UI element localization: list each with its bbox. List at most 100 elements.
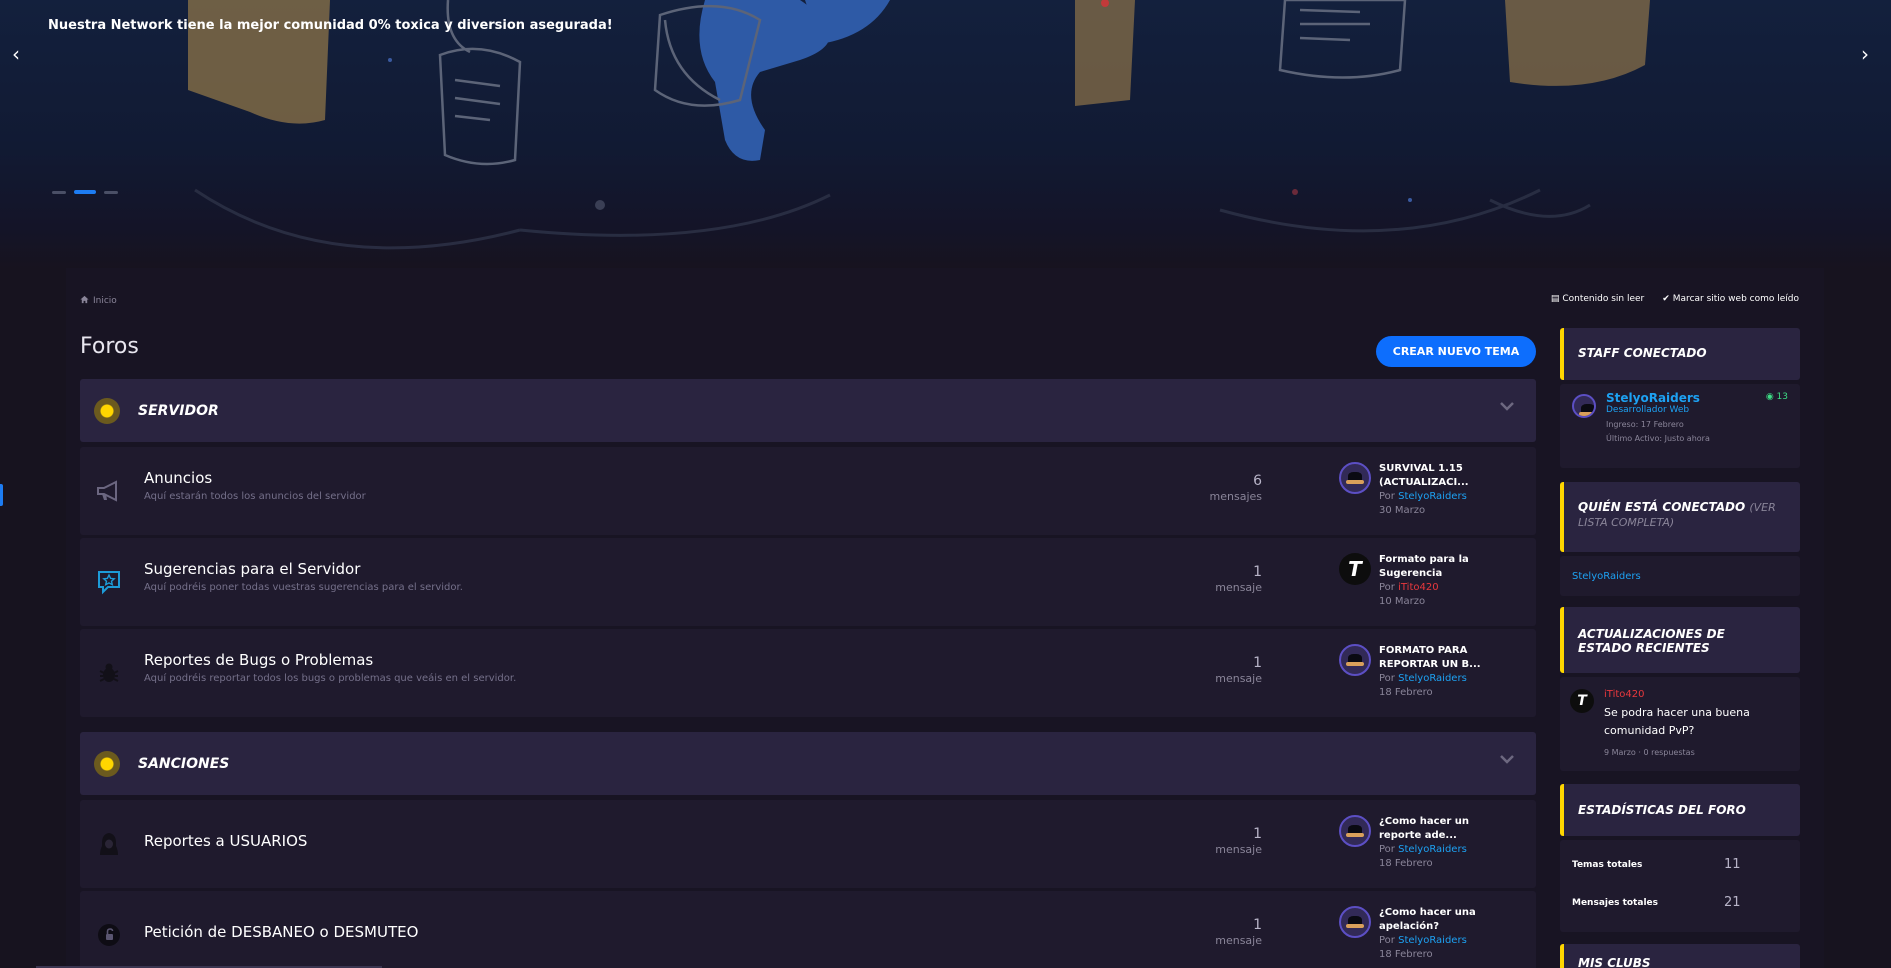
forum-title[interactable]: Reportes a USUARIOS (144, 832, 307, 850)
status-meta: 9 Marzo · 0 respuestas (1604, 748, 1695, 757)
clubs-title: MIS CLUBS (1578, 956, 1651, 968)
post-count: 1 mensaje (1215, 917, 1262, 947)
last-post-author: Por iTito420 (1379, 582, 1439, 593)
unread-content-link[interactable]: ▤ Contenido sin leer (1551, 294, 1644, 304)
megaphone-icon (94, 476, 124, 506)
status-updates-title: ACTUALIZACIONES DE ESTADO RECIENTES (1578, 627, 1725, 655)
last-post-author: Por StelyoRaiders (1379, 844, 1467, 855)
hero-banner: Nuestra Network tiene la mejor comunidad… (0, 0, 1891, 268)
forum-row-reportes-usuarios: Reportes a USUARIOS 1 mensaje ¿Como hace… (80, 800, 1536, 888)
who-online-title-text: QUIÉN ESTÁ CONECTADO (1578, 500, 1746, 514)
author-link[interactable]: StelyoRaiders (1398, 673, 1467, 684)
author-link[interactable]: StelyoRaiders (1398, 844, 1467, 855)
last-post-author: Por StelyoRaiders (1379, 673, 1467, 684)
forum-title[interactable]: Anuncios (144, 469, 212, 487)
post-count: 6 mensajes (1210, 473, 1262, 503)
star-speech-icon (94, 567, 124, 597)
forum-description: Aquí estarán todos los anuncios del serv… (144, 491, 366, 502)
avatar[interactable] (1572, 394, 1596, 418)
category-header-sanciones[interactable]: SANCIONES (80, 732, 1536, 795)
last-post-title[interactable]: ¿Como hacer un reporte ade... (1379, 815, 1489, 843)
category-title: SANCIONES (138, 755, 230, 772)
staff-joined: Ingreso: 17 Febrero (1606, 420, 1684, 429)
post-count-value: 1 (1253, 564, 1262, 580)
hero-pagination (52, 190, 118, 194)
staff-online-panel: StelyoRaiders Desarrollador Web Ingreso:… (1560, 384, 1800, 468)
avatar[interactable] (1339, 644, 1371, 676)
hero-dot-1[interactable] (52, 190, 66, 194)
home-icon (80, 295, 89, 307)
hooded-user-icon (94, 829, 124, 859)
last-post-title[interactable]: SURVIVAL 1.15 (ACTUALIZACI... (1379, 462, 1489, 490)
post-count-value: 1 (1253, 826, 1262, 842)
status-updates-header: ACTUALIZACIONES DE ESTADO RECIENTES (1560, 607, 1800, 673)
author-link[interactable]: StelyoRaiders (1398, 935, 1467, 946)
who-online-panel: StelyoRaiders (1560, 556, 1800, 596)
by-prefix: Por (1379, 844, 1395, 855)
author-link[interactable]: iTito420 (1398, 582, 1438, 593)
last-post-author: Por StelyoRaiders (1379, 491, 1467, 502)
forum-title[interactable]: Sugerencias para el Servidor (144, 560, 360, 578)
staff-count-value: 13 (1776, 392, 1788, 402)
author-link[interactable]: StelyoRaiders (1398, 491, 1467, 502)
last-post-title[interactable]: Formato para la Sugerencia (1379, 553, 1489, 581)
breadcrumb-home-link[interactable]: Inicio (93, 296, 117, 306)
avatar[interactable] (1339, 906, 1371, 938)
avatar[interactable]: T (1570, 689, 1594, 713)
posts-total-label: Mensajes totales (1572, 898, 1658, 908)
last-post-date: 10 Marzo (1379, 596, 1426, 607)
post-count-label: mensaje (1215, 843, 1262, 856)
by-prefix: Por (1379, 935, 1395, 946)
mark-read-link[interactable]: ✔ Marcar sitio web como leído (1662, 294, 1799, 304)
posts-total-value: 21 (1724, 895, 1741, 910)
staff-online-header: STAFF CONECTADO (1560, 328, 1800, 380)
online-username[interactable]: StelyoRaiders (1572, 571, 1641, 582)
category-dot-icon (94, 750, 120, 777)
by-prefix: Por (1379, 491, 1395, 502)
post-count: 1 mensaje (1215, 655, 1262, 685)
post-count-label: mensaje (1215, 581, 1262, 594)
clubs-header: MIS CLUBS (1560, 944, 1800, 968)
hero-illustration (188, 0, 1650, 250)
last-post-date: 18 Febrero (1379, 858, 1433, 869)
hero-next-arrow-icon[interactable]: › (1861, 44, 1869, 64)
check-icon: ✔ (1662, 294, 1670, 304)
last-post-title[interactable]: ¿Como hacer una apelación? (1379, 906, 1489, 934)
forum-stats-title: ESTADÍSTICAS DEL FORO (1578, 803, 1746, 817)
forum-description: Aquí podréis reportar todos los bugs o p… (144, 673, 517, 684)
status-text[interactable]: Se podra hacer una buena comunidad PvP? (1604, 704, 1784, 740)
last-post-date: 18 Febrero (1379, 687, 1433, 698)
by-prefix: Por (1379, 582, 1395, 593)
post-count-value: 6 (1253, 473, 1262, 489)
chevron-down-icon[interactable] (1500, 752, 1514, 768)
mark-read-label: Marcar sitio web como leído (1672, 294, 1799, 304)
forum-title[interactable]: Petición de DESBANEO o DESMUTEO (144, 923, 418, 941)
breadcrumb: Inicio (80, 295, 117, 307)
status-author[interactable]: iTito420 (1604, 689, 1644, 700)
post-count-value: 1 (1253, 917, 1262, 933)
last-post-title[interactable]: FORMATO PARA REPORTAR UN B... (1379, 644, 1489, 672)
chevron-down-icon[interactable] (1500, 399, 1514, 415)
who-online-title: QUIÉN ESTÁ CONECTADO (VER LISTA COMPLETA… (1578, 500, 1783, 530)
hero-prev-arrow-icon[interactable]: ‹ (12, 44, 20, 64)
forum-row-bugs: Reportes de Bugs o Problemas Aquí podréi… (80, 629, 1536, 717)
avatar[interactable] (1339, 815, 1371, 847)
forum-title[interactable]: Reportes de Bugs o Problemas (144, 651, 373, 669)
avatar[interactable] (1339, 462, 1371, 494)
avatar[interactable]: T (1339, 553, 1371, 585)
hero-headline: Nuestra Network tiene la mejor comunidad… (48, 18, 613, 33)
category-header-servidor[interactable]: SERVIDOR (80, 379, 1536, 442)
category-dot-icon (94, 397, 120, 424)
post-count-label: mensaje (1215, 934, 1262, 947)
hero-dot-3[interactable] (104, 190, 118, 194)
last-post-date: 30 Marzo (1379, 505, 1426, 516)
staff-username[interactable]: StelyoRaiders (1606, 391, 1700, 405)
staff-role: Desarrollador Web (1606, 405, 1690, 415)
side-edge-tab[interactable] (0, 484, 3, 506)
post-count-value: 1 (1253, 655, 1262, 671)
staff-online-title: STAFF CONECTADO (1578, 346, 1707, 360)
hero-dot-2[interactable] (74, 190, 96, 194)
staff-last-active: Último Activo: Justo ahora (1606, 434, 1710, 443)
forum-description: Aquí podréis poner todas vuestras sugere… (144, 582, 463, 593)
new-topic-button[interactable]: CREAR NUEVO TEMA (1376, 336, 1536, 367)
